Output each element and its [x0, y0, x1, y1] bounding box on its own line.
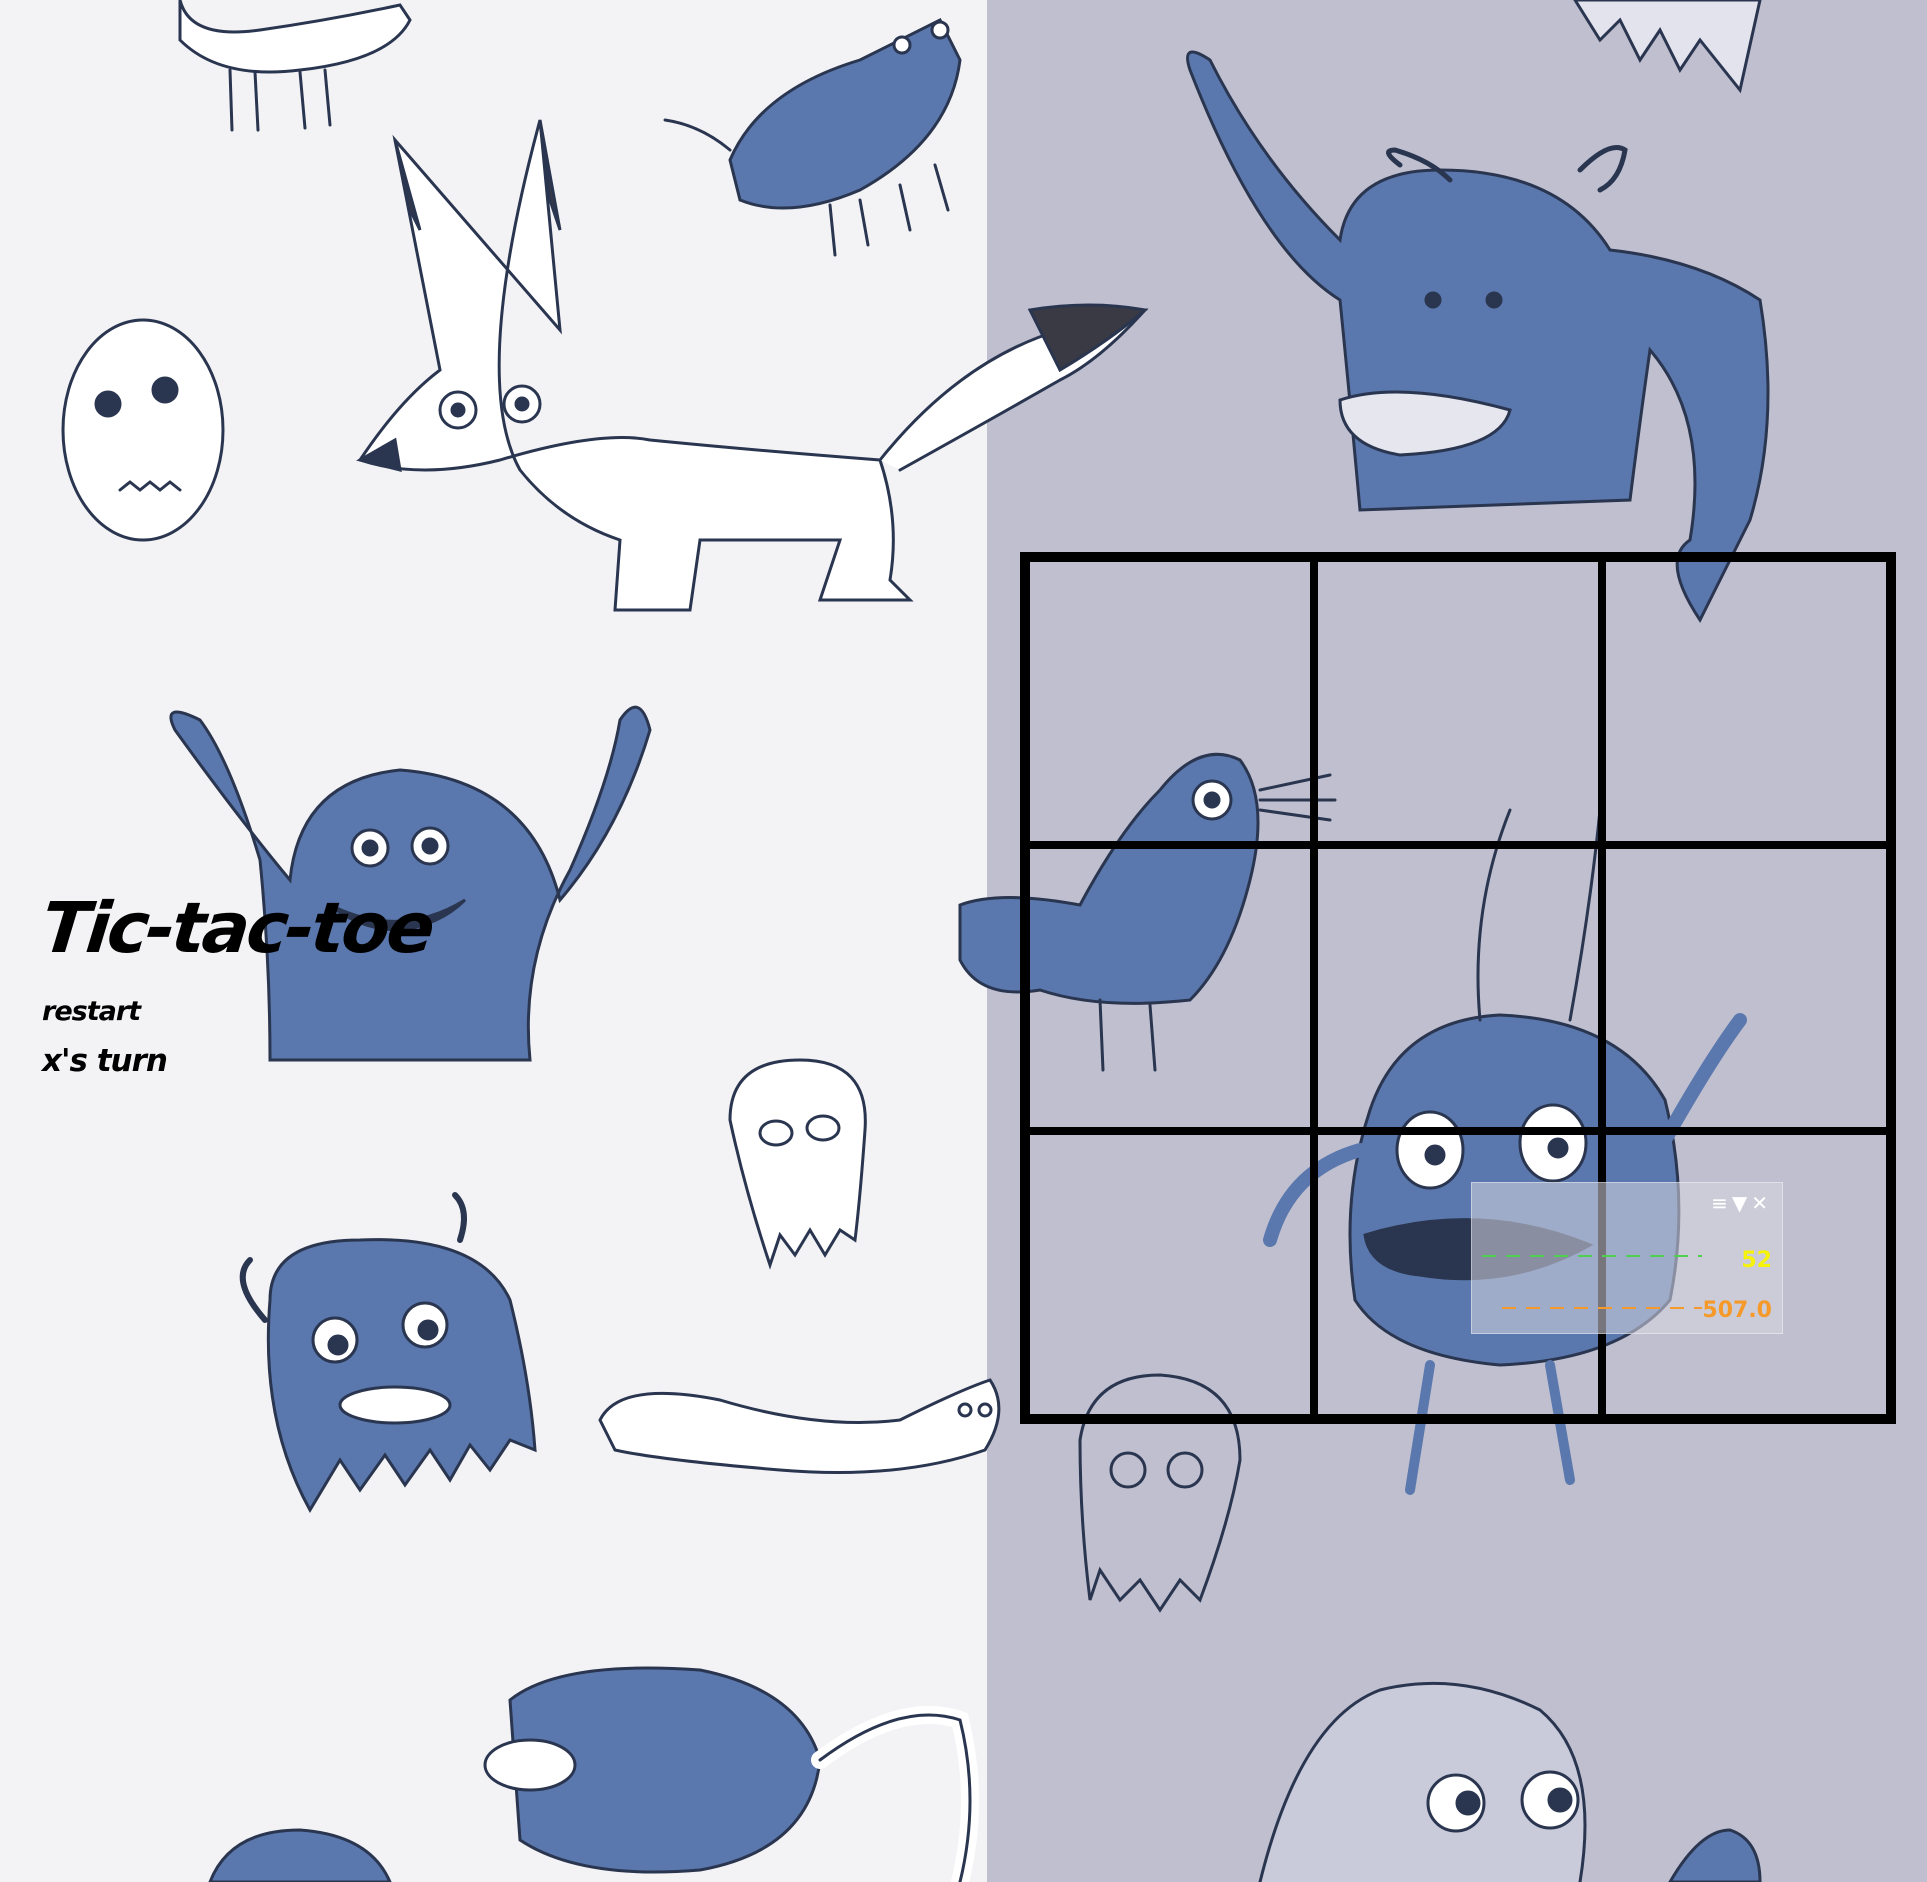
- menu-icon[interactable]: ≡: [1711, 1191, 1732, 1215]
- close-icon[interactable]: ✕: [1751, 1191, 1772, 1215]
- fps-sparkline: [1482, 1255, 1702, 1257]
- board-cell-2[interactable]: [1314, 558, 1602, 845]
- board-cell-6[interactable]: [1602, 844, 1890, 1132]
- board-cell-1[interactable]: [1026, 558, 1314, 845]
- board-cell-5[interactable]: [1314, 844, 1602, 1132]
- performance-stats-panel: ≡▼✕ 52 507.0: [1471, 1182, 1783, 1334]
- board-cell-3[interactable]: [1602, 558, 1890, 845]
- memory-value: 507.0: [1702, 1298, 1772, 1323]
- restart-button[interactable]: restart: [42, 996, 141, 1027]
- board-cell-7[interactable]: [1026, 1131, 1314, 1418]
- stats-panel-controls: ≡▼✕: [1711, 1191, 1772, 1215]
- memory-sparkline: [1502, 1307, 1702, 1309]
- board-cell-4[interactable]: [1026, 844, 1314, 1132]
- fps-value: 52: [1741, 1248, 1772, 1273]
- triangle-down-icon[interactable]: ▼: [1732, 1191, 1751, 1215]
- turn-status: x's turn: [42, 1043, 168, 1079]
- game-title: Tic-tac-toe: [37, 887, 436, 969]
